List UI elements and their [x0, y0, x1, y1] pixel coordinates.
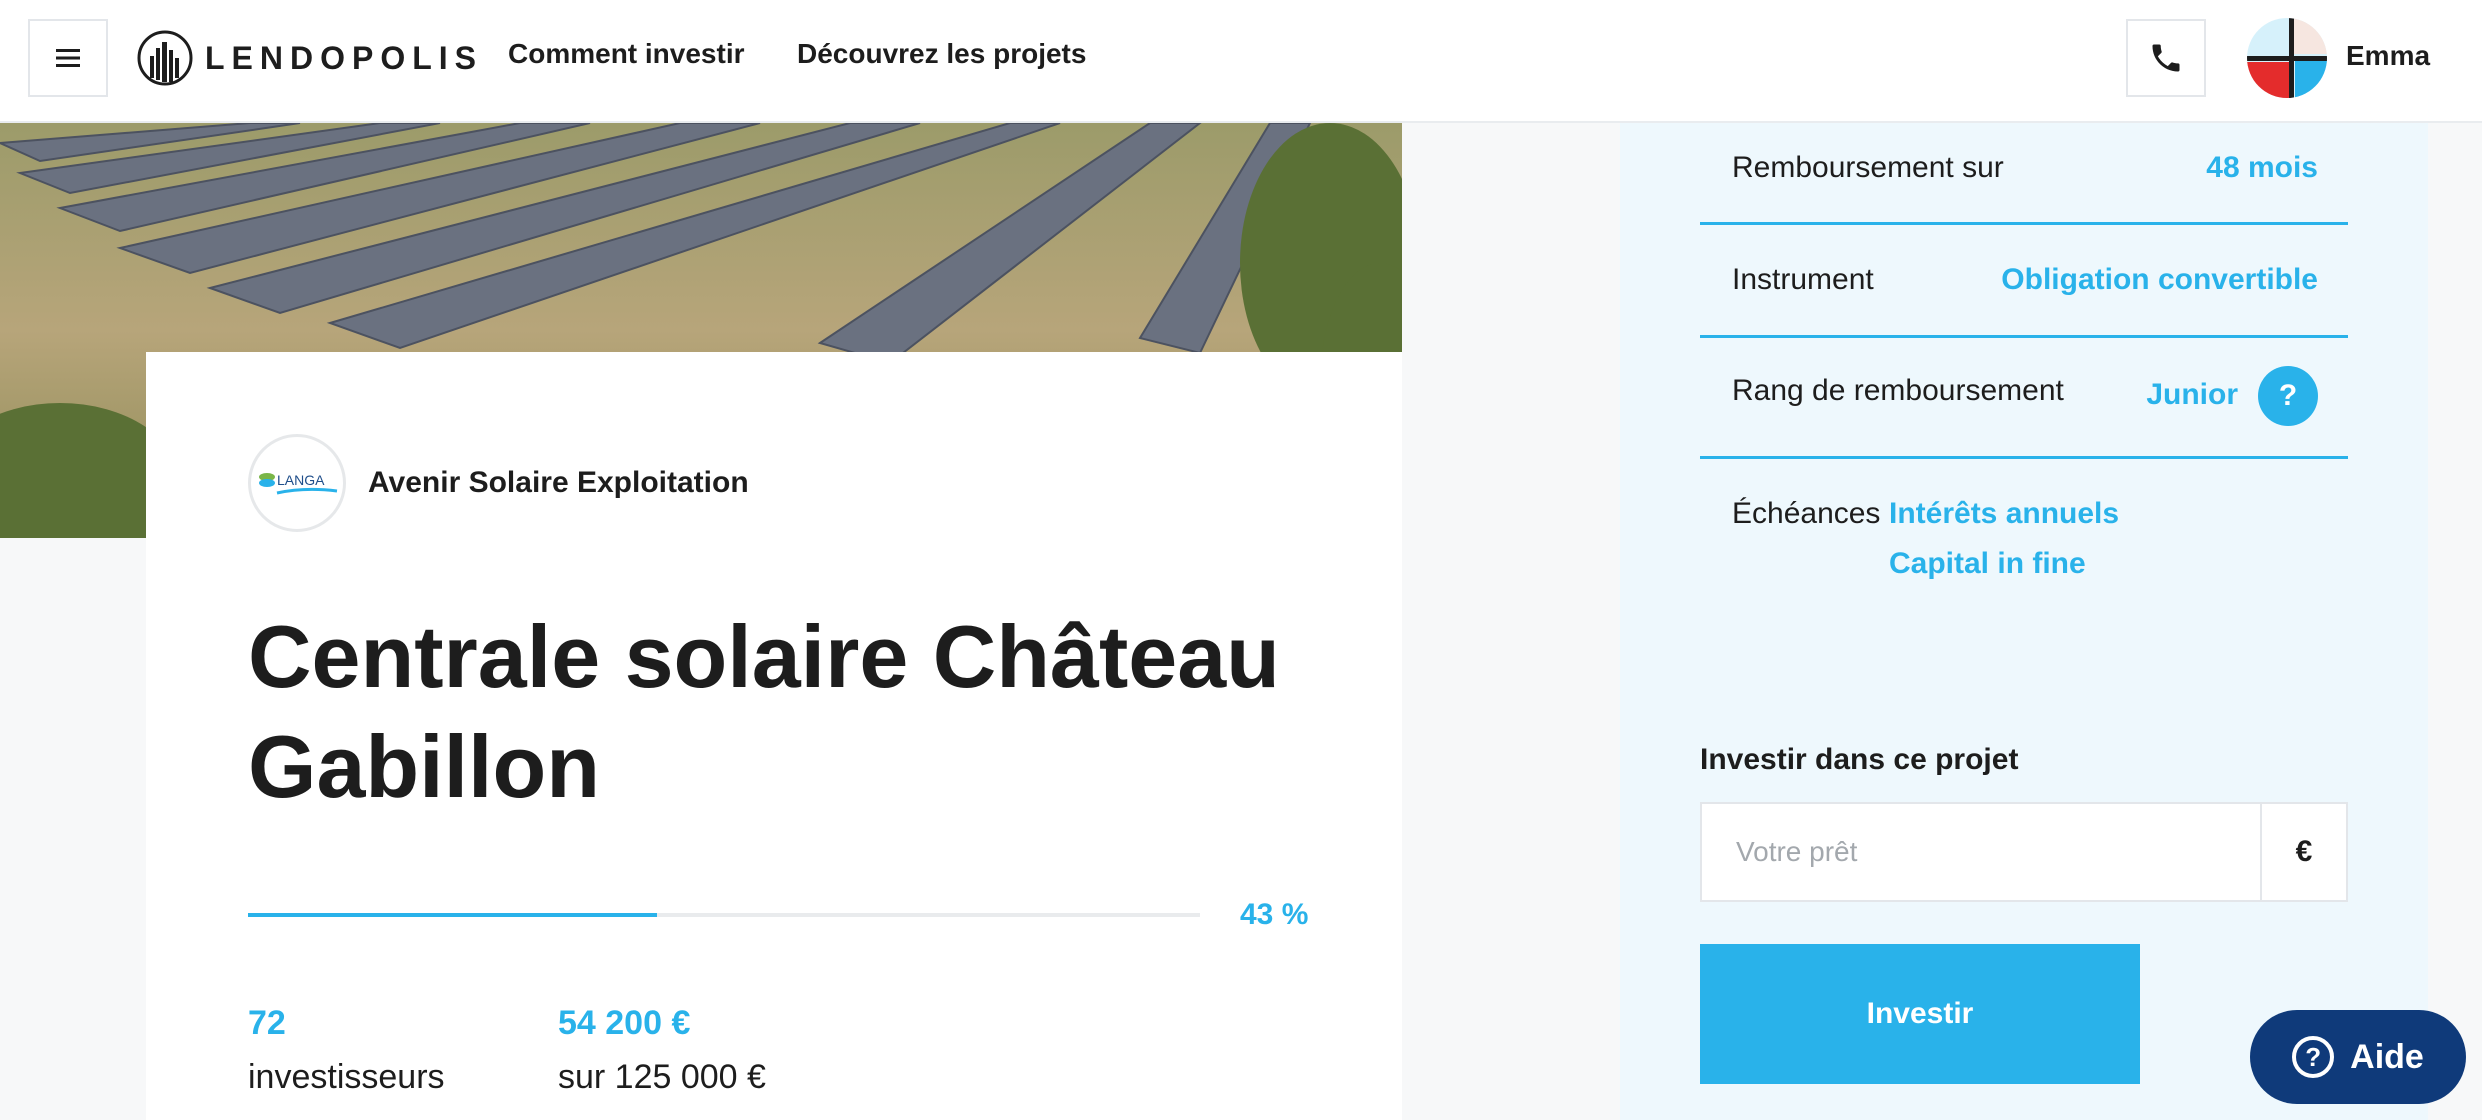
company-name: Avenir Solaire Exploitation [368, 466, 749, 499]
lendopolis-logo[interactable]: LENDOPOLIS [137, 28, 483, 88]
funding-progress-bar [248, 913, 1200, 917]
nav-comment-investir[interactable]: Comment investir [508, 38, 745, 70]
term-value-interets: Intérêts annuels [1889, 497, 2120, 530]
loan-amount-field: € [1700, 802, 2348, 902]
avatar[interactable] [2247, 18, 2327, 98]
phone-icon [2152, 44, 2180, 72]
loan-amount-input[interactable] [1702, 804, 2262, 900]
company-info[interactable]: LANGA Avenir Solaire Exploitation [248, 434, 749, 532]
phone-button[interactable] [2126, 19, 2206, 97]
question-icon: ? [2292, 1036, 2335, 1078]
menu-button[interactable] [28, 19, 108, 97]
amount-raised: 54 200 € [558, 1004, 691, 1042]
investors-label: investisseurs [248, 1058, 445, 1096]
logo-icon [137, 30, 193, 86]
aide-label: Aide [2350, 1037, 2424, 1076]
brand-name: LENDOPOLIS [205, 39, 484, 76]
top-header: LENDOPOLIS Comment investir Découvrez le… [0, 0, 2482, 123]
funding-progress-percent: 43 % [1240, 898, 1309, 931]
term-label: Échéances [1732, 497, 1881, 530]
term-value: 48 mois [2206, 151, 2318, 184]
project-card: LANGA Avenir Solaire Exploitation Centra… [146, 352, 1402, 1120]
term-value: Junior [2146, 378, 2238, 411]
term-value: Obligation convertible [2001, 263, 2318, 296]
investors-count: 72 [248, 1004, 286, 1042]
amount-target: sur 125 000 € [558, 1058, 766, 1096]
invest-button[interactable]: Investir [1700, 944, 2140, 1084]
company-logo: LANGA [248, 434, 346, 532]
project-title: Centrale solaire Château Gabillon [248, 607, 1280, 816]
help-icon[interactable]: ? [2258, 366, 2318, 426]
investment-panel: Remboursement sur 48 mois Instrument Obl… [1620, 123, 2428, 1120]
aide-button[interactable]: ? Aide [2250, 1010, 2466, 1104]
term-row-remboursement: Remboursement sur 48 mois [1700, 123, 2348, 225]
nav-decouvrez-projets[interactable]: Découvrez les projets [797, 38, 1086, 70]
term-row-instrument: Instrument Obligation convertible [1700, 225, 2348, 338]
currency-label: € [2260, 804, 2346, 900]
invest-title: Investir dans ce projet [1700, 743, 2019, 776]
user-name[interactable]: Emma [2346, 40, 2430, 72]
term-label: Instrument [1732, 263, 1874, 296]
menu-icon [56, 49, 80, 67]
term-value-capital: Capital in fine [1889, 547, 2086, 580]
funding-progress-fill [248, 913, 658, 917]
term-label: Rang de remboursement [1732, 374, 2064, 407]
term-label: Remboursement sur [1732, 151, 2004, 184]
term-row-rang: Rang de remboursement Junior ? [1700, 338, 2348, 459]
company-logo-text: LANGA [277, 472, 325, 488]
